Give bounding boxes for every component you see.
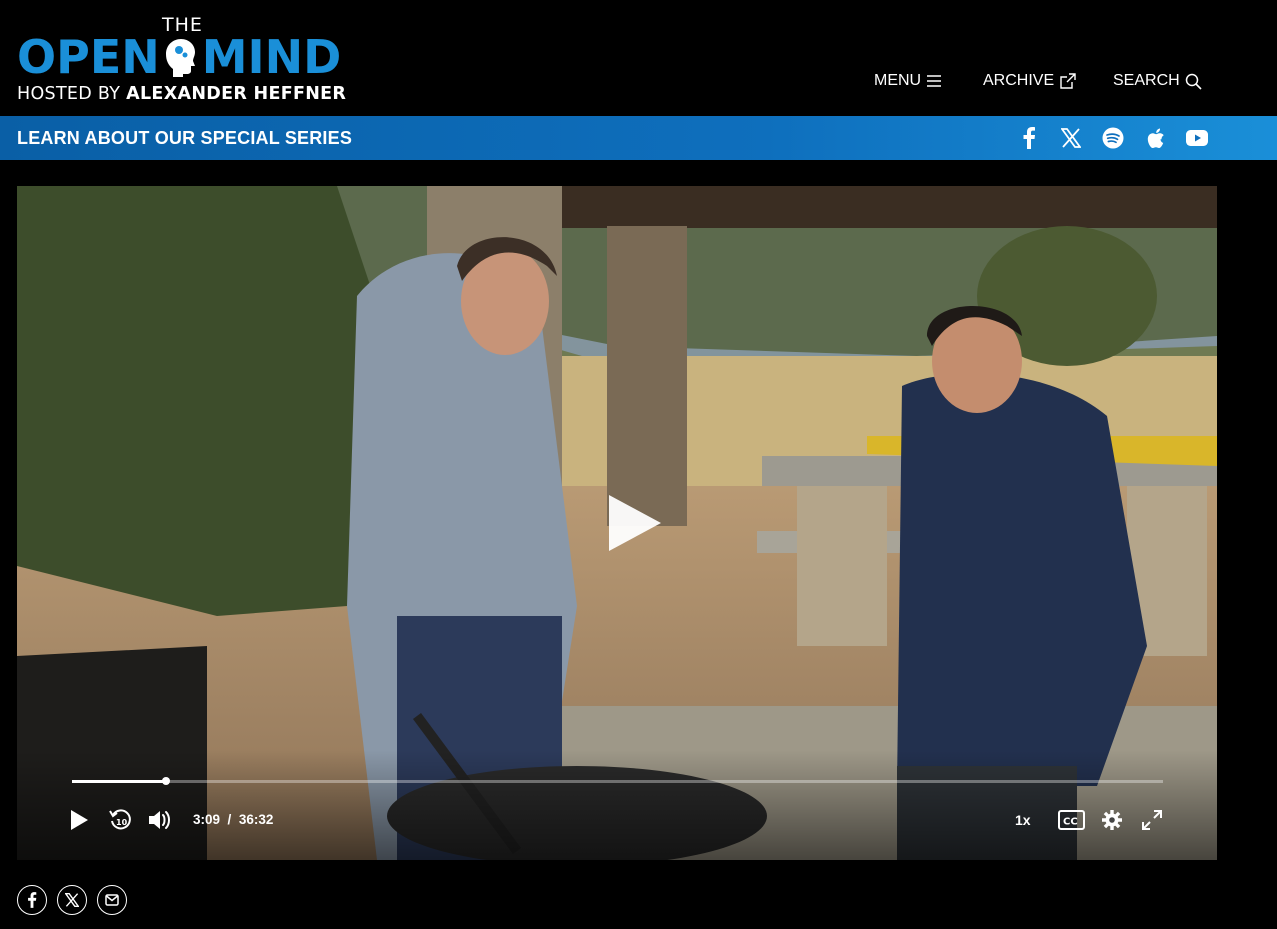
- youtube-icon: [1186, 130, 1208, 146]
- youtube-link[interactable]: [1185, 126, 1209, 150]
- play-button[interactable]: [65, 806, 93, 834]
- logo-host-name: ALEXANDER HEFFNER: [126, 84, 347, 104]
- share-facebook-button[interactable]: [17, 885, 47, 915]
- fullscreen-button[interactable]: [1138, 806, 1166, 834]
- apple-icon: [1147, 128, 1164, 148]
- settings-button[interactable]: [1098, 806, 1126, 834]
- current-time: 3:09: [193, 812, 221, 827]
- search-button[interactable]: SEARCH: [1113, 72, 1202, 90]
- site-logo[interactable]: THE OPEN MIND HOSTED BY ALEXANDER HEFFNER: [17, 14, 347, 104]
- special-series-link[interactable]: LEARN ABOUT OUR SPECIAL SERIES: [17, 128, 352, 149]
- spotify-link[interactable]: [1101, 126, 1125, 150]
- svg-text:CC: CC: [1063, 817, 1078, 828]
- logo-word-mind: MIND: [201, 30, 342, 84]
- progress-scrubber[interactable]: [162, 777, 171, 785]
- facebook-icon: [1023, 127, 1035, 149]
- time-separator: /: [227, 812, 232, 827]
- rewind-10-icon: 10: [109, 809, 131, 830]
- logo-the: THE: [162, 14, 203, 36]
- playback-speed-button[interactable]: 1x: [1015, 812, 1031, 828]
- facebook-icon: [28, 892, 37, 908]
- site-header: THE OPEN MIND HOSTED BY ALEXANDER HEFFNER…: [0, 0, 1277, 116]
- email-icon: [105, 894, 119, 906]
- logo-word-open: OPEN: [17, 30, 160, 84]
- external-link-icon: [1060, 72, 1076, 89]
- x-link[interactable]: [1059, 126, 1083, 150]
- progress-bar[interactable]: [72, 777, 1163, 785]
- rewind-10-button[interactable]: 10: [106, 806, 134, 834]
- play-icon: [71, 810, 88, 830]
- share-email-button[interactable]: [97, 885, 127, 915]
- fullscreen-icon: [1142, 810, 1162, 830]
- logo-hosted-by: HOSTED BY: [17, 84, 121, 104]
- large-play-button[interactable]: [601, 491, 665, 555]
- logo-wordmark: OPEN MIND: [17, 34, 341, 80]
- progress-fill: [72, 780, 167, 783]
- logo-tagline: HOSTED BY ALEXANDER HEFFNER: [17, 84, 346, 104]
- x-icon: [1061, 128, 1081, 148]
- search-label: SEARCH: [1113, 72, 1180, 89]
- archive-label: ARCHIVE: [983, 72, 1055, 89]
- search-icon: [1185, 73, 1202, 90]
- series-banner: LEARN ABOUT OUR SPECIAL SERIES: [0, 116, 1277, 160]
- duration: 36:32: [238, 812, 274, 827]
- svg-text:10: 10: [116, 818, 128, 827]
- volume-icon: [149, 811, 170, 829]
- apple-podcasts-link[interactable]: [1144, 126, 1168, 150]
- time-display: 3:09 / 36:32: [193, 812, 273, 827]
- captions-button[interactable]: CC: [1057, 806, 1085, 834]
- x-icon: [65, 893, 79, 907]
- spotify-icon: [1102, 127, 1124, 149]
- controls-overlay: [17, 750, 1217, 860]
- head-silhouette-icon: [165, 39, 195, 77]
- menu-button[interactable]: MENU: [874, 72, 942, 90]
- gear-icon: [1102, 810, 1122, 830]
- closed-captions-icon: CC: [1057, 810, 1085, 830]
- hamburger-icon: [927, 75, 942, 87]
- archive-link[interactable]: ARCHIVE: [983, 72, 1076, 90]
- facebook-link[interactable]: [1017, 126, 1041, 150]
- share-x-button[interactable]: [57, 885, 87, 915]
- menu-label: MENU: [874, 72, 922, 89]
- video-player[interactable]: 10 3:09 / 36:32 1x CC: [17, 186, 1217, 860]
- volume-button[interactable]: [145, 806, 175, 834]
